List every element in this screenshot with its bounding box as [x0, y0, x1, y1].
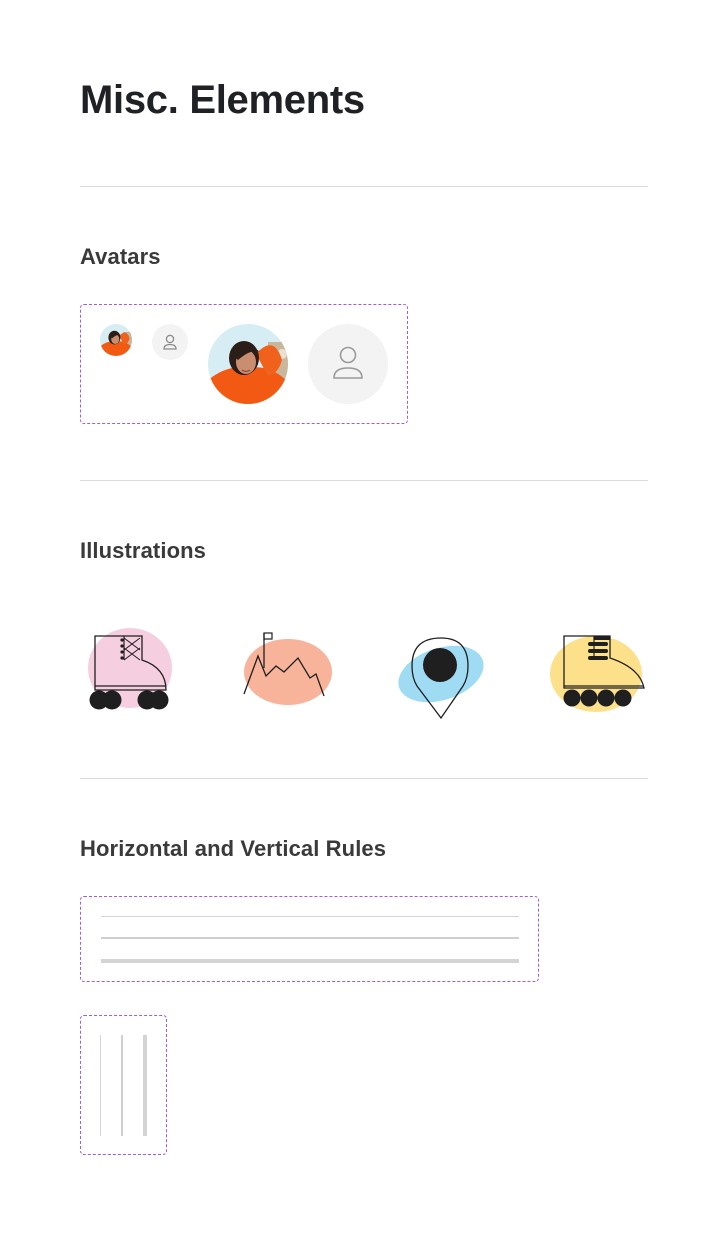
map-pin-illustration: [398, 634, 488, 727]
vertical-rule-thin: [100, 1035, 101, 1136]
vertical-rules-container: [80, 1015, 167, 1155]
vertical-rule-medium: [121, 1035, 123, 1136]
avatar-photo-small[interactable]: [100, 324, 132, 356]
avatar-placeholder-large[interactable]: [308, 324, 388, 404]
rules-section-title: Horizontal and Vertical Rules: [80, 836, 387, 861]
page-title: Misc. Elements: [80, 78, 365, 122]
section-divider: [80, 778, 648, 779]
mountain-flag-illustration: [240, 628, 336, 713]
illustrations-section-title: Illustrations: [80, 538, 206, 563]
user-icon: [163, 334, 177, 350]
avatar-placeholder-small[interactable]: [152, 324, 188, 360]
horizontal-rule-thick: [101, 959, 519, 963]
section-divider: [80, 480, 648, 481]
horizontal-rules-container: [80, 896, 539, 982]
horizontal-rule-medium: [101, 937, 519, 939]
horizontal-rule-thin: [101, 916, 519, 917]
roller-skate-pink-illustration: [84, 620, 176, 721]
user-icon: [333, 346, 363, 379]
avatar-photo-large[interactable]: [208, 324, 288, 404]
roller-skate-yellow-illustration: [548, 630, 648, 721]
avatars-container: [80, 304, 408, 424]
avatars-section-title: Avatars: [80, 244, 161, 269]
section-divider: [80, 186, 648, 187]
vertical-rule-thick: [143, 1035, 147, 1136]
